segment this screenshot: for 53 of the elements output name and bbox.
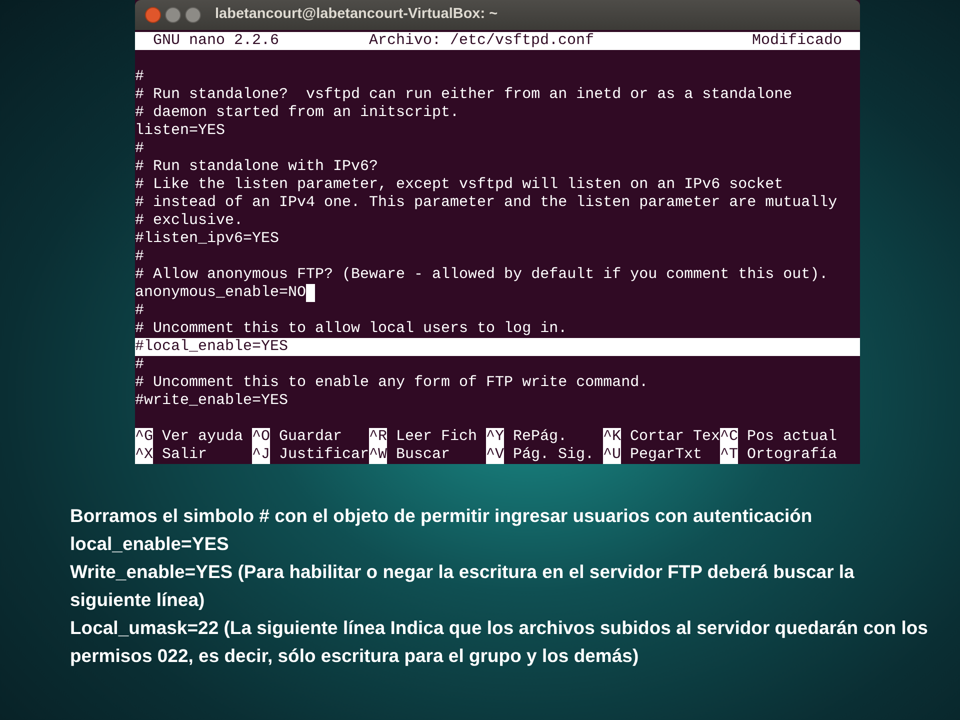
modified-status: Modificado [752,32,843,50]
shortcut-key: ^G [135,428,154,446]
shortcut-label: Pág. Sig. [512,446,594,464]
code-line: #listen_ipv6=YES [135,230,280,247]
close-icon[interactable] [145,7,161,23]
code-line: #write_enable=YES [135,392,288,409]
shortcut-label: PegarTxt [629,446,702,464]
shortcut-key: ^T [720,446,738,464]
code-line: anonymous_enable=NO [135,284,306,301]
code-line: # Run standalone with IPv6? [135,158,378,175]
shortcut-label: Guardar [278,428,342,446]
maximize-icon[interactable] [185,7,201,23]
shortcut-label: Cortar Tex [629,428,720,446]
caption-text: Borramos el simbolo # con el objeto de permitir ingresar usuarios con autenticación [70,504,814,528]
shortcut-key: ^U [603,446,622,464]
shortcut-label: Leer Fich [395,428,478,446]
shortcut-key: ^R [369,428,388,446]
shortcut-key: ^K [603,428,622,446]
code-line: # daemon started from an initscript. [135,104,460,121]
code-line: # [135,140,144,157]
code-line: # [135,302,144,319]
editor-version: GNU nano 2.2.6 [152,32,280,50]
code-line: # [135,248,144,265]
shortcut-key: ^W [369,446,388,464]
shortcut-label: Buscar [395,446,450,464]
code-line: # Uncomment this to enable any form of FTP write command. [135,374,648,391]
shortcut-key: ^X [135,446,154,464]
shortcut-label: RePág. [512,428,568,446]
shortcut-key: ^Y [486,428,504,446]
caption-text: Write_enable=YES (Para habilitar o negar la escritura en el servidor FTP deberá buscar la siguiente línea) [70,560,856,612]
code-line: # [135,356,144,373]
code-line: # Uncomment this to allow local users to log in. [135,320,568,337]
window-title: labetancourt@labetancourt-VirtualBox: ~ [215,5,498,24]
caption-text: local_enable=YES [70,532,230,556]
minimize-icon[interactable] [165,7,181,23]
code-line: # instead of an IPv4 one. This parameter and the listen parameter are mutually [135,194,838,211]
code-line: # [135,68,144,85]
shortcut-key: ^O [252,428,270,446]
shortcut-key: ^C [720,428,738,446]
code-line: listen=YES [135,122,226,139]
code-line: # Like the listen parameter, except vsftpd will listen on an IPv6 socket [135,176,784,193]
shortcut-label: Justificar [278,446,370,464]
file-name: Archivo: /etc/vsftpd.conf [369,32,594,50]
code-line: # Run standalone? vsftpd can run either from an inetd or as a standalone [135,86,792,103]
shortcut-label: Pos actual [746,428,838,446]
caption-text: Local_umask=22 (La siguiente línea Indica que los archivos subidos al servidor quedarán con los permisos 022, es decir, sólo escritura para el grupo y los demás) [70,616,929,668]
code-line: # exclusive. [135,212,244,229]
shortcut-label: Ortografía [746,446,838,464]
shortcut-label: Salir [161,446,208,464]
shortcut-key: ^V [486,446,504,464]
shortcut-key: ^J [252,446,270,464]
code-line: # Allow anonymous FTP? (Beware - allowed by default if you comment this out). [135,266,828,283]
shortcut-label: Ver ayuda [161,428,244,446]
